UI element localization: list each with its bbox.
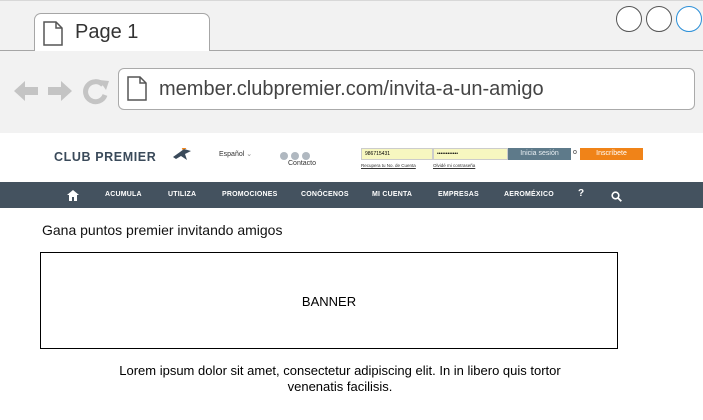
login-button[interactable]: Inicia sesión <box>508 148 571 160</box>
or-text: o <box>573 149 577 156</box>
forgot-password-link[interactable]: Olvidé mi contraseña <box>433 163 475 168</box>
browser-tab[interactable]: Page 1 <box>34 13 210 51</box>
signup-button[interactable]: Inscríbete <box>580 148 643 160</box>
nav-item-promociones[interactable]: PROMOCIONES <box>222 191 277 198</box>
skype-icon[interactable] <box>291 152 299 160</box>
chat-icon[interactable] <box>302 152 310 160</box>
back-arrow-icon[interactable] <box>12 77 40 110</box>
banner-label: BANNER <box>301 294 357 309</box>
eagle-logo-icon <box>172 147 192 167</box>
contact-label[interactable]: Contacto <box>288 160 316 167</box>
search-icon[interactable] <box>611 189 622 207</box>
page-title: Gana puntos premier invitando amigos <box>42 222 283 238</box>
nav-item-utiliza[interactable]: UTILIZA <box>168 191 196 198</box>
nav-item-mi-cuenta[interactable]: MI CUENTA <box>372 191 412 198</box>
home-icon[interactable] <box>67 188 79 206</box>
club-premier-logo[interactable]: CLUB PREMIER <box>54 150 156 164</box>
tab-title: Page 1 <box>75 21 139 43</box>
window-maximize-button[interactable] <box>646 6 672 32</box>
chevron-down-icon: ⌄ <box>246 151 253 158</box>
description-text: Lorem ipsum dolor sit amet, consectetur … <box>119 363 561 394</box>
browser-chrome: Page 1 member.clubpremier.com/invita-a-u… <box>0 0 703 133</box>
banner-placeholder: BANNER <box>40 252 618 349</box>
reload-icon[interactable] <box>82 77 110 110</box>
address-bar[interactable]: member.clubpremier.com/invita-a-un-amigo <box>118 68 695 110</box>
forward-arrow-icon[interactable] <box>46 77 74 110</box>
nav-item-empresas[interactable]: EMPRESAS <box>438 191 479 198</box>
main-nav: ACUMULA UTILIZA PROMOCIONES CONÓCENOS MI… <box>0 182 703 208</box>
window-minimize-button[interactable] <box>616 6 642 32</box>
help-button[interactable]: ? <box>578 188 584 199</box>
password-input[interactable]: •••••••••••• <box>433 148 508 160</box>
window-close-button[interactable] <box>676 6 702 32</box>
recover-account-link[interactable]: Recupera tu No. de Cuenta <box>361 163 416 168</box>
nav-item-conocenos[interactable]: CONÓCENOS <box>301 191 349 198</box>
page-icon <box>127 76 147 106</box>
account-number-input[interactable]: 986715431 <box>361 148 433 160</box>
phone-icon[interactable] <box>280 152 288 160</box>
language-selector[interactable]: Español ⌄ <box>219 150 252 158</box>
nav-item-acumula[interactable]: ACUMULA <box>105 191 142 198</box>
url-text: member.clubpremier.com/invita-a-un-amigo <box>159 78 544 100</box>
nav-item-aeromexico[interactable]: AEROMÉXICO <box>504 191 554 198</box>
document-icon <box>43 21 63 51</box>
tab-strip-line <box>0 50 35 51</box>
tab-strip-line <box>209 50 703 51</box>
